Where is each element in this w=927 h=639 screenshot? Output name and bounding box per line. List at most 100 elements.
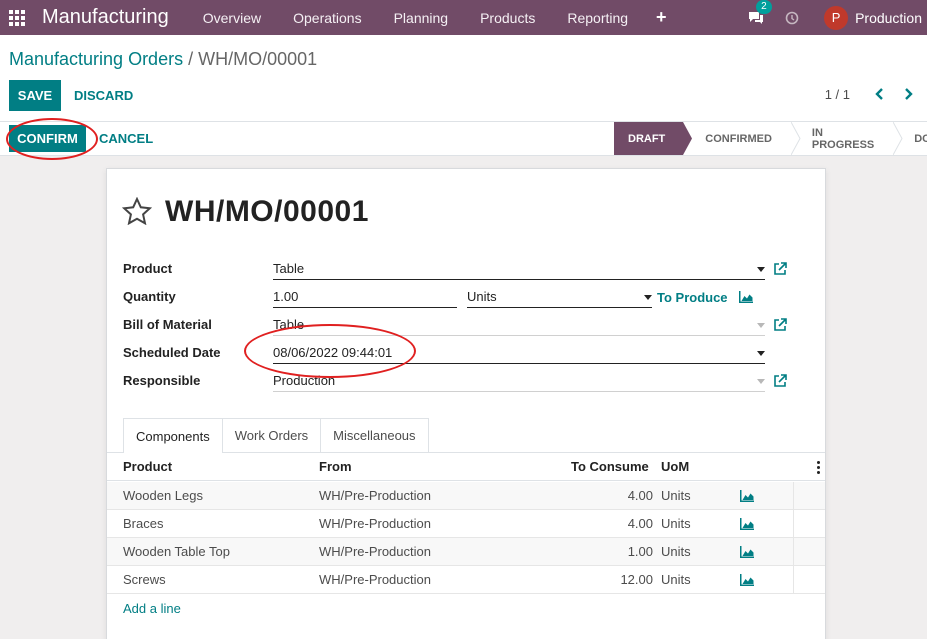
- caret-down-icon[interactable]: [757, 351, 765, 356]
- table-row[interactable]: Wooden Legs WH/Pre-Production 4.00 Units: [107, 482, 825, 510]
- row-divider: [793, 566, 794, 594]
- col-product[interactable]: Product: [123, 459, 172, 474]
- stage-draft: DRAFT: [614, 122, 693, 155]
- menu-products[interactable]: Products: [464, 10, 551, 26]
- forecast-chart-icon[interactable]: [740, 490, 754, 505]
- stage-in-progress-label: IN PROGRESS: [811, 126, 875, 151]
- forecast-chart-icon[interactable]: [740, 518, 754, 533]
- table-row[interactable]: Wooden Table Top WH/Pre-Production 1.00 …: [107, 538, 825, 566]
- row-to-consume: 1.00: [627, 544, 653, 559]
- save-button[interactable]: SAVE: [9, 80, 61, 111]
- caret-down-icon[interactable]: [757, 267, 765, 272]
- row-product: Wooden Table Top: [123, 544, 230, 559]
- scheduled-date-label: Scheduled Date: [123, 345, 221, 360]
- product-label: Product: [123, 261, 173, 276]
- caret-down-icon[interactable]: [757, 323, 765, 328]
- control-panel: Manufacturing Orders / WH/MO/00001 SAVE …: [0, 35, 927, 122]
- external-link-icon[interactable]: [773, 374, 787, 388]
- row-divider: [793, 482, 794, 510]
- row-product: Wooden Legs: [123, 488, 203, 503]
- caret-down-icon[interactable]: [644, 295, 652, 300]
- col-to-consume[interactable]: To Consume: [571, 459, 649, 474]
- bom-label: Bill of Material: [123, 317, 212, 332]
- uom-select[interactable]: Units: [467, 288, 652, 308]
- row-to-consume: 12.00: [620, 572, 653, 587]
- tab-work-orders[interactable]: Work Orders: [221, 418, 322, 452]
- responsible-label: Responsible: [123, 373, 201, 388]
- tab-components[interactable]: Components: [123, 418, 223, 453]
- cancel-button[interactable]: CANCEL: [99, 125, 153, 152]
- row-from: WH/Pre-Production: [319, 516, 431, 531]
- row-product: Braces: [123, 516, 164, 531]
- product-field[interactable]: Table: [273, 260, 765, 280]
- annotation-ellipse-date: [244, 324, 416, 378]
- pager-value[interactable]: 1 / 1: [825, 87, 850, 102]
- forecast-chart-icon[interactable]: [739, 291, 753, 306]
- discard-button[interactable]: DISCARD: [74, 80, 133, 111]
- navbar-right: 2 P Production: [738, 0, 927, 35]
- menu-overview[interactable]: Overview: [187, 10, 277, 26]
- notebook-tabs: Components Work Orders Miscellaneous: [123, 418, 429, 453]
- row-divider: [793, 538, 794, 566]
- quantity-value: 1.00: [273, 289, 299, 304]
- caret-down-icon[interactable]: [757, 379, 765, 384]
- uom-value: Units: [467, 289, 497, 304]
- row-uom: Units: [661, 544, 691, 559]
- row-uom: Units: [661, 516, 691, 531]
- stage-done-label: DONE: [914, 132, 927, 145]
- add-a-line-link[interactable]: Add a line: [123, 601, 181, 616]
- annotation-ellipse-confirm: [6, 118, 98, 160]
- quantity-input[interactable]: 1.00: [273, 288, 457, 308]
- col-uom[interactable]: UoM: [661, 459, 689, 474]
- kebab-menu-icon[interactable]: [817, 461, 820, 476]
- chat-count-badge: 2: [756, 0, 772, 14]
- external-link-icon[interactable]: [773, 262, 787, 276]
- form-sheet: WH/MO/00001 Product Table Quantity 1.00 …: [106, 168, 826, 639]
- row-from: WH/Pre-Production: [319, 488, 431, 503]
- tab-miscellaneous[interactable]: Miscellaneous: [320, 418, 429, 452]
- record-title: WH/MO/00001: [165, 195, 369, 228]
- row-to-consume: 4.00: [627, 488, 653, 503]
- menu-planning[interactable]: Planning: [378, 10, 465, 26]
- breadcrumb-current: WH/MO/00001: [198, 49, 318, 69]
- row-divider: [793, 510, 794, 538]
- quantity-label: Quantity: [123, 289, 176, 304]
- row-from: WH/Pre-Production: [319, 572, 431, 587]
- row-uom: Units: [661, 488, 691, 503]
- forecast-chart-icon[interactable]: [740, 574, 754, 589]
- chevron-right-icon[interactable]: [899, 84, 917, 104]
- chevron-left-icon[interactable]: [871, 84, 889, 104]
- row-from: WH/Pre-Production: [319, 544, 431, 559]
- avatar[interactable]: P: [824, 5, 849, 30]
- col-from[interactable]: From: [319, 459, 352, 474]
- plus-icon[interactable]: +: [644, 7, 679, 28]
- clock-icon[interactable]: [774, 11, 810, 25]
- breadcrumb-parent[interactable]: Manufacturing Orders: [9, 49, 183, 69]
- status-bar: CONFIRM CANCEL DRAFT CONFIRMED IN PROGRE…: [0, 122, 927, 156]
- row-product: Screws: [123, 572, 166, 587]
- star-icon[interactable]: [121, 196, 153, 228]
- chat-icon[interactable]: 2: [738, 0, 774, 25]
- breadcrumb-separator: /: [188, 49, 194, 69]
- external-link-icon[interactable]: [773, 318, 787, 332]
- components-table-header: Product From To Consume UoM: [107, 453, 825, 481]
- stage-draft-label: DRAFT: [628, 132, 666, 145]
- stage-pipeline: DRAFT CONFIRMED IN PROGRESS DONE: [614, 122, 927, 155]
- stage-in-progress[interactable]: IN PROGRESS: [792, 122, 903, 155]
- stage-done[interactable]: DONE: [894, 122, 927, 155]
- to-produce-label: To Produce: [657, 290, 728, 305]
- table-row[interactable]: Screws WH/Pre-Production 12.00 Units: [107, 566, 825, 594]
- table-row[interactable]: Braces WH/Pre-Production 4.00 Units: [107, 510, 825, 538]
- app-brand[interactable]: Manufacturing: [42, 6, 169, 29]
- menu-operations[interactable]: Operations: [277, 10, 377, 26]
- row-uom: Units: [661, 572, 691, 587]
- stage-confirmed-label: CONFIRMED: [705, 132, 772, 145]
- user-name[interactable]: Production: [855, 10, 922, 26]
- row-to-consume: 4.00: [627, 516, 653, 531]
- product-value: Table: [273, 261, 305, 276]
- menu-reporting[interactable]: Reporting: [551, 10, 644, 26]
- top-navbar: Manufacturing Overview Operations Planni…: [0, 0, 927, 35]
- apps-grid-icon[interactable]: [0, 0, 34, 35]
- stage-confirmed[interactable]: CONFIRMED: [683, 122, 801, 155]
- forecast-chart-icon[interactable]: [740, 546, 754, 561]
